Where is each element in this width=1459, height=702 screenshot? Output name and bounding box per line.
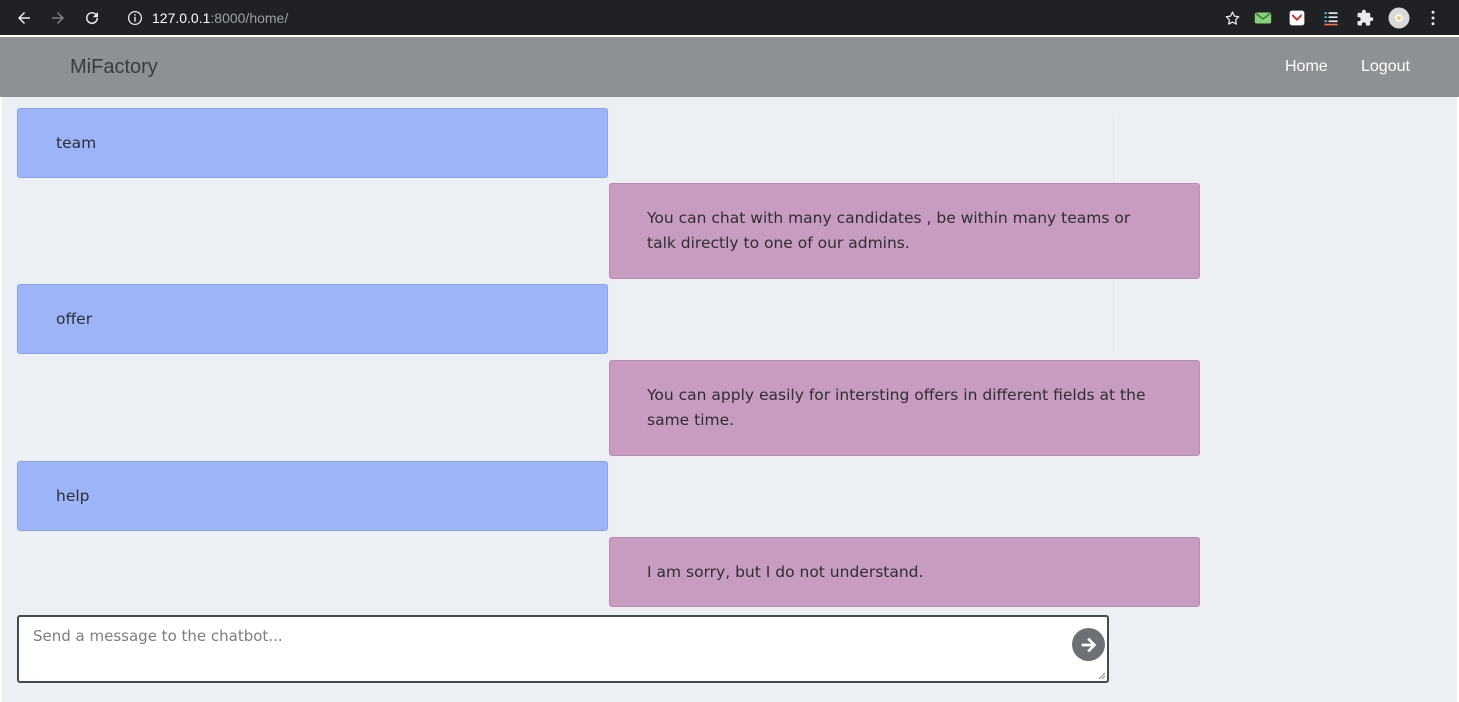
address-bar[interactable]: 127.0.0.1:8000/home/: [116, 4, 1246, 31]
browser-menu-icon[interactable]: [1422, 7, 1444, 29]
chat-message-input[interactable]: [19, 617, 1107, 681]
extension-pocket-icon[interactable]: [1286, 7, 1308, 29]
brand-logo[interactable]: MiFactory: [70, 56, 158, 79]
send-button[interactable]: [1072, 628, 1105, 661]
app-navbar: MiFactory Home Logout: [0, 37, 1459, 97]
arrow-right-icon: [1081, 637, 1096, 652]
nav-logout-link[interactable]: Logout: [1361, 58, 1410, 76]
resize-grip-icon[interactable]: [1097, 671, 1106, 680]
browser-toolbar: 127.0.0.1:8000/home/: [0, 0, 1459, 35]
chat-input-wrapper: [17, 615, 1109, 683]
reload-icon[interactable]: [80, 6, 104, 30]
user-message-text: offer: [56, 309, 93, 328]
info-icon[interactable]: [126, 9, 144, 27]
bot-message-text: You can apply easily for intersting offe…: [647, 386, 1146, 429]
user-message: team: [17, 108, 608, 178]
extension-mail-icon[interactable]: [1252, 7, 1274, 29]
bot-message: You can chat with many candidates , be w…: [609, 183, 1200, 279]
user-message: help: [17, 461, 608, 531]
nav-home-link[interactable]: Home: [1285, 58, 1328, 76]
url-path: :8000/home/: [210, 9, 289, 26]
bot-message-text: I am sorry, but I do not understand.: [647, 562, 924, 581]
forward-arrow-icon[interactable]: [46, 6, 70, 30]
bot-message-text: You can chat with many candidates , be w…: [647, 209, 1131, 252]
bot-message: I am sorry, but I do not understand.: [609, 537, 1200, 607]
extensions-puzzle-icon[interactable]: [1354, 7, 1376, 29]
bot-message: You can apply easily for intersting offe…: [609, 360, 1200, 456]
profile-avatar-icon[interactable]: [1388, 7, 1410, 29]
bookmark-star-icon[interactable]: [1222, 8, 1242, 28]
user-message-text: help: [56, 486, 90, 505]
user-message-text: team: [56, 133, 97, 152]
back-arrow-icon[interactable]: [12, 6, 36, 30]
url-text: 127.0.0.1:8000/home/: [152, 10, 288, 26]
url-host: 127.0.0.1: [152, 9, 211, 26]
user-message: offer: [17, 284, 608, 354]
extension-list-icon[interactable]: [1320, 7, 1342, 29]
